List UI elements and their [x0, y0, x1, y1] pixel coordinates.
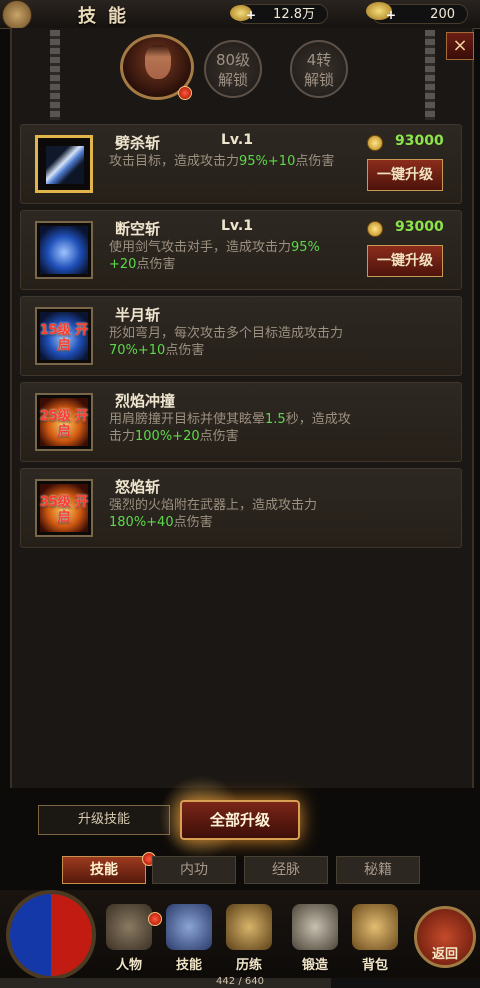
skill-description: 强烈的火焰附在武器上，造成攻击力180%+40点伤害 [109, 498, 318, 530]
progress-text: 442 / 640 [216, 976, 264, 987]
upgrade-skill-label[interactable]: 升级技能 [38, 805, 170, 835]
tab-secret-books[interactable]: 秘籍 [336, 856, 420, 884]
one-click-upgrade-button[interactable]: 一键升级 [367, 245, 443, 277]
unlock-slot-level: 80级 解锁 [204, 40, 262, 98]
skill-name: 劈杀斩 [115, 134, 161, 152]
coin-icon [367, 135, 383, 151]
skill-level: Lv.1 [221, 218, 253, 234]
skill-name: 怒焰斩 [115, 478, 161, 496]
skill-icon[interactable] [35, 221, 93, 279]
close-button[interactable]: × [446, 32, 474, 60]
one-click-upgrade-button[interactable]: 一键升级 [367, 159, 443, 191]
skill-row-lieyanchongzhuang[interactable]: 25级 开启 烈焰冲撞 用肩膀撞开目标并使其眩晕1.5秒，造成攻击力100%+2… [20, 382, 462, 462]
page-title: 技能 [78, 6, 138, 27]
chain-decoration [50, 30, 60, 120]
nav-bag[interactable]: 背包 [346, 904, 404, 976]
chain-decoration [425, 30, 435, 120]
coin-icon [367, 221, 383, 237]
add-ingot-icon[interactable]: + [386, 8, 396, 22]
nav-forge[interactable]: 锻造 [286, 904, 344, 976]
skill-name: 半月斩 [115, 306, 161, 324]
nav-skills[interactable]: 技能 [160, 904, 218, 976]
notification-dot [178, 86, 192, 100]
menu-icon[interactable] [2, 0, 32, 30]
skill-description: 攻击目标，造成攻击力95%+10点伤害 [109, 154, 335, 169]
skill-icon[interactable]: 35级 开启 [35, 479, 93, 537]
add-gold-icon[interactable]: + [246, 8, 256, 22]
skill-icon[interactable] [35, 135, 93, 193]
skill-icon[interactable]: 15级 开启 [35, 307, 93, 365]
skill-description: 使用剑气攻击对手，造成攻击力95% +20点伤害 [109, 240, 320, 272]
upgrade-cost: 93000 [395, 219, 444, 235]
skill-book-icon [166, 904, 212, 950]
character-helmet-icon [106, 904, 152, 950]
unlock-level-label: 35级 开启 [39, 495, 89, 525]
skill-description: 用肩膀撞开目标并使其眩晕1.5秒，造成攻击力100%+20点伤害 [109, 412, 351, 444]
skill-row-nuyanzhan[interactable]: 35级 开启 怒焰斩 强烈的火焰附在武器上，造成攻击力180%+40点伤害 [20, 468, 462, 548]
skill-level: Lv.1 [221, 132, 253, 148]
upgrade-all-button[interactable]: 全部升级 [180, 800, 300, 840]
skill-row-pishazhan[interactable]: 劈杀斩 Lv.1 攻击目标，造成攻击力95%+10点伤害 93000 一键升级 [20, 124, 462, 204]
tab-meridians[interactable]: 经脉 [244, 856, 328, 884]
yin-yang-orb-icon[interactable] [6, 890, 96, 980]
skill-name: 断空斩 [115, 220, 161, 238]
tab-inner-power[interactable]: 内功 [152, 856, 236, 884]
forge-anvil-icon [292, 904, 338, 950]
back-button[interactable]: 返回 [414, 906, 476, 968]
tab-skills[interactable]: 技能 [62, 856, 146, 884]
unlock-slot-rebirth: 4转 解锁 [290, 40, 348, 98]
unlock-level-label: 25级 开启 [39, 409, 89, 439]
skill-name: 烈焰冲撞 [115, 392, 176, 410]
bag-icon [352, 904, 398, 950]
skill-icon[interactable]: 25级 开启 [35, 393, 93, 451]
training-armor-icon [226, 904, 272, 950]
nav-training[interactable]: 历练 [220, 904, 278, 976]
upgrade-cost: 93000 [395, 133, 444, 149]
character-face [145, 45, 171, 79]
skill-description: 形如弯月，每次攻击多个目标造成攻击力70%+10点伤害 [109, 326, 344, 358]
skill-row-banyuezhan[interactable]: 15级 开启 半月斩 形如弯月，每次攻击多个目标造成攻击力70%+10点伤害 [20, 296, 462, 376]
skill-row-duankongzhan[interactable]: 断空斩 Lv.1 使用剑气攻击对手，造成攻击力95% +20点伤害 93000 一… [20, 210, 462, 290]
unlock-level-label: 15级 开启 [39, 323, 89, 353]
